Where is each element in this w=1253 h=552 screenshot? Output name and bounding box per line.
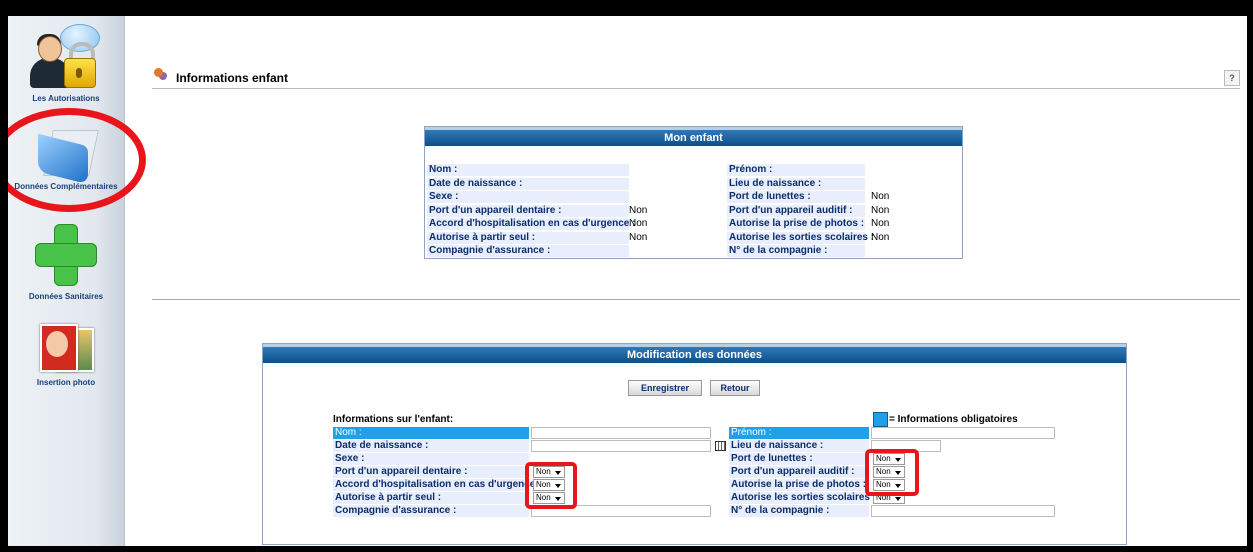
select-value: Non bbox=[536, 493, 551, 502]
info-label: Prénom : bbox=[727, 164, 865, 176]
sidebar-item-label: Données Sanitaires bbox=[28, 292, 104, 301]
sidebar-item-label: Données Complémentaires bbox=[14, 182, 118, 191]
required-swatch bbox=[873, 412, 888, 427]
info-value: Non bbox=[871, 204, 890, 216]
text-input[interactable] bbox=[871, 505, 1055, 517]
form-label: Sexe : bbox=[333, 453, 529, 465]
info-label: Autorise les sorties scolaires : bbox=[727, 231, 875, 244]
info-label: Lieu de naissance : bbox=[727, 177, 865, 190]
sidebar-item-donnees-complementaires[interactable]: Données Complémentaires bbox=[8, 126, 124, 191]
required-legend: = Informations obligatoires bbox=[889, 414, 1018, 425]
app-frame: Les Autorisations Données Complémentaire… bbox=[8, 16, 1247, 546]
info-value: Non bbox=[871, 231, 890, 243]
form-label: Lieu de naissance : bbox=[729, 440, 869, 452]
lock-user-icon bbox=[30, 22, 102, 94]
form-label: Autorise la prise de photos : bbox=[729, 479, 869, 491]
info-label: Compagnie d'assurance : bbox=[427, 245, 629, 257]
form-label: Nom : bbox=[333, 427, 529, 439]
section-label: Informations sur l'enfant: bbox=[333, 414, 454, 425]
sidebar-item-label: Insertion photo bbox=[36, 378, 96, 387]
info-value: Non bbox=[871, 218, 890, 229]
info-label: Date de naissance : bbox=[427, 177, 629, 190]
photo-icon bbox=[38, 322, 94, 372]
select-value: Non bbox=[876, 480, 891, 489]
form-label: Autorise les sorties scolaires : bbox=[729, 492, 877, 504]
select-value: Non bbox=[536, 467, 551, 476]
folder-icon bbox=[34, 126, 99, 185]
page-title: Informations enfant bbox=[176, 71, 289, 85]
sidebar: Les Autorisations Données Complémentaire… bbox=[8, 16, 125, 546]
info-label: Autorise à partir seul : bbox=[427, 231, 629, 244]
date-input[interactable] bbox=[531, 440, 711, 452]
text-input[interactable] bbox=[531, 427, 711, 439]
save-button[interactable]: Enregistrer bbox=[628, 380, 702, 396]
help-button[interactable]: ? bbox=[1224, 70, 1240, 86]
text-input[interactable] bbox=[871, 440, 941, 452]
select-field[interactable]: Non bbox=[533, 492, 565, 504]
info-label: Port d'un appareil auditif : bbox=[727, 204, 865, 217]
select-field[interactable]: Non bbox=[873, 492, 905, 504]
form-label: Prénom : bbox=[729, 427, 869, 439]
form-label: Date de naissance : bbox=[333, 440, 529, 452]
info-value: Non bbox=[629, 204, 648, 216]
sidebar-item-donnees-sanitaires[interactable]: Données Sanitaires bbox=[8, 224, 124, 301]
select-field[interactable]: Non bbox=[533, 479, 565, 491]
page-header: Informations enfant ? bbox=[152, 68, 1240, 89]
select-field[interactable]: Non bbox=[873, 466, 905, 478]
panel-title: Modification des données bbox=[263, 344, 1126, 363]
select-value: Non bbox=[876, 454, 891, 463]
back-button[interactable]: Retour bbox=[710, 380, 760, 396]
sidebar-item-autorisations[interactable]: Les Autorisations bbox=[8, 22, 124, 103]
panel-title: Mon enfant bbox=[425, 127, 962, 146]
select-field[interactable]: Non bbox=[533, 466, 565, 478]
calendar-icon[interactable] bbox=[715, 441, 726, 451]
divider bbox=[152, 299, 1240, 300]
form-label: Port d'un appareil dentaire : bbox=[333, 466, 529, 478]
text-input[interactable] bbox=[871, 427, 1055, 439]
form-label: Compagnie d'assurance : bbox=[333, 505, 529, 517]
select-value: Non bbox=[536, 480, 551, 489]
chevron-down-icon bbox=[555, 484, 561, 488]
info-value: Non bbox=[629, 231, 648, 243]
children-icon bbox=[152, 68, 168, 82]
chevron-down-icon bbox=[895, 458, 901, 462]
chevron-down-icon bbox=[895, 497, 901, 501]
info-label: Nom : bbox=[427, 164, 629, 176]
form-label: Port de lunettes : bbox=[729, 453, 869, 465]
chevron-down-icon bbox=[895, 471, 901, 475]
info-label: Port de lunettes : bbox=[727, 191, 865, 203]
green-cross-icon bbox=[35, 224, 97, 286]
form-label: N° de la compagnie : bbox=[729, 505, 869, 517]
info-value: Non bbox=[871, 191, 890, 202]
chevron-down-icon bbox=[895, 484, 901, 488]
info-label: N° de la compagnie : bbox=[727, 245, 865, 257]
select-value: Non bbox=[876, 493, 891, 502]
select-field[interactable]: Non bbox=[873, 453, 905, 465]
info-label: Port d'un appareil dentaire : bbox=[427, 204, 629, 217]
select-value: Non bbox=[876, 467, 891, 476]
text-input[interactable] bbox=[531, 505, 711, 517]
form-label: Port d'un appareil auditif : bbox=[729, 466, 869, 478]
sidebar-item-label: Les Autorisations bbox=[32, 94, 100, 103]
info-value: Non bbox=[629, 218, 648, 229]
info-label: Autorise la prise de photos : bbox=[727, 218, 865, 230]
modification-panel: Modification des données Enregistrer Ret… bbox=[262, 343, 1127, 545]
info-label: Accord d'hospitalisation en cas d'urgenc… bbox=[427, 218, 636, 230]
mon-enfant-panel: Mon enfant Nom : Date de naissance : Sexe … bbox=[424, 126, 963, 259]
form-label: Autorise à partir seul : bbox=[333, 492, 529, 504]
sidebar-item-insertion-photo[interactable]: Insertion photo bbox=[8, 322, 124, 387]
select-field[interactable]: Non bbox=[873, 479, 905, 491]
chevron-down-icon bbox=[555, 497, 561, 501]
chevron-down-icon bbox=[555, 471, 561, 475]
info-label: Sexe : bbox=[427, 191, 629, 203]
form-label: Accord d'hospitalisation en cas d'urgenc… bbox=[333, 479, 542, 491]
